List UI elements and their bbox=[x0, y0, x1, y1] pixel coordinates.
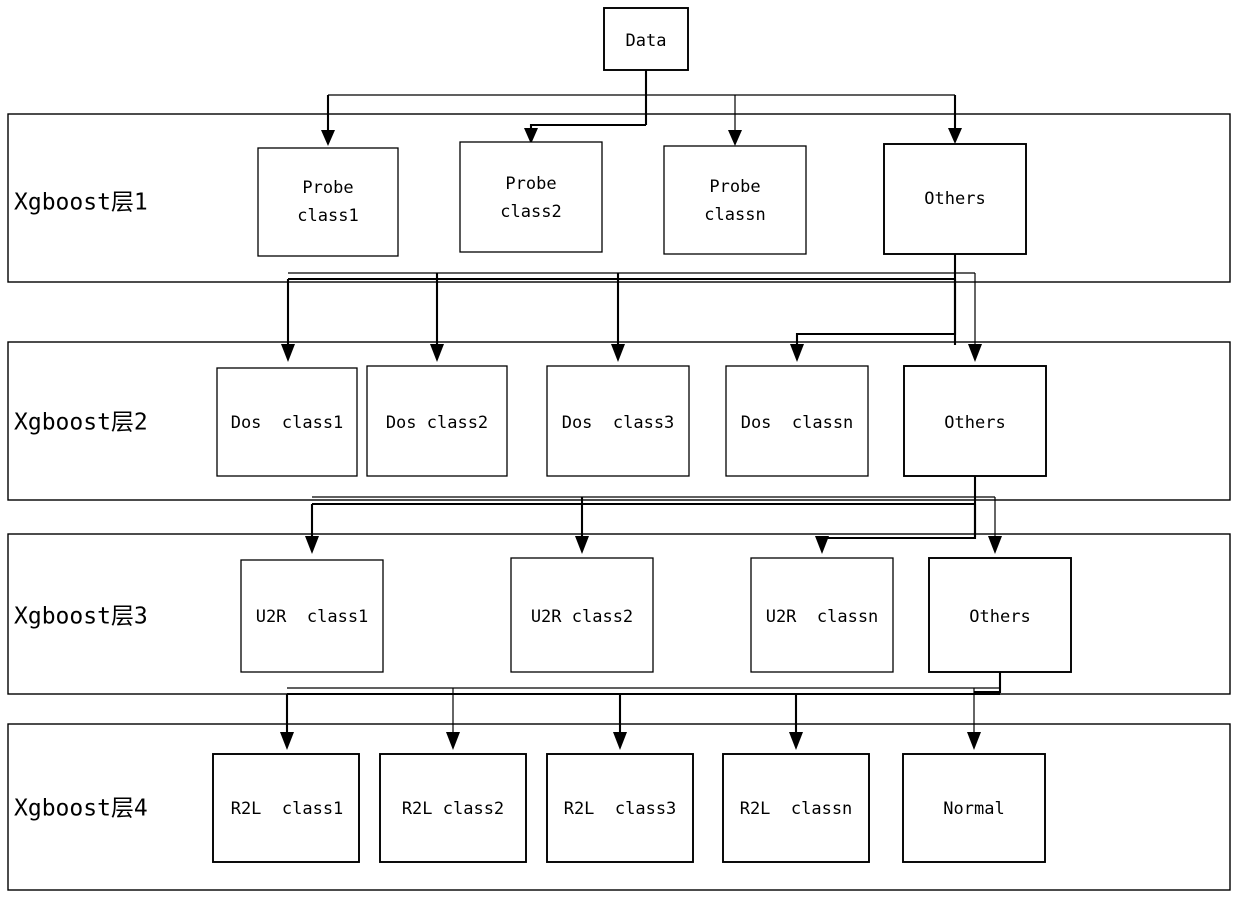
node-r2l-classn[interactable]: R2L classn bbox=[722, 753, 870, 863]
node-u2r-class2-label: U2R class2 bbox=[531, 607, 633, 627]
node-r2l-class2-label: R2L class2 bbox=[402, 799, 504, 819]
layer-4-label: Xgboost层4 bbox=[14, 796, 148, 822]
node-layer3-others[interactable]: Others bbox=[928, 557, 1072, 673]
layer-frame-1: Xgboost层1 bbox=[7, 113, 1231, 283]
node-probe-class2-label-line2: class2 bbox=[500, 202, 561, 222]
node-dos-class3[interactable]: Dos class3 bbox=[546, 365, 690, 477]
node-probe-class1-label-line2: class1 bbox=[297, 206, 358, 226]
node-r2l-classn-label: R2L classn bbox=[740, 799, 853, 819]
node-normal[interactable]: Normal bbox=[902, 753, 1046, 863]
arrowhead-dos-classn bbox=[790, 344, 804, 362]
node-r2l-class1-label: R2L class1 bbox=[231, 799, 344, 819]
arrowhead-r2l-class3 bbox=[613, 732, 627, 750]
node-dos-class1[interactable]: Dos class1 bbox=[216, 367, 358, 477]
node-layer1-others-label-line1: Others bbox=[924, 189, 985, 209]
layer-3-nodes: U2R class1 U2R class2 U2R classn Others bbox=[240, 557, 1072, 673]
connectors-layer1-to-layer2 bbox=[281, 254, 982, 362]
hierarchical-xgboost-diagram: Data Xgboost层1 Probe class1 Probe class2… bbox=[7, 7, 1231, 891]
arrowhead-normal bbox=[967, 732, 981, 750]
arrowhead-probe-classn bbox=[728, 130, 742, 146]
layer-1-nodes: Probe class1 Probe class2 Probe classn O… bbox=[257, 141, 1027, 257]
node-layer1-others[interactable]: Others bbox=[883, 143, 1027, 255]
layer-2-label: Xgboost层2 bbox=[14, 410, 148, 436]
connectors-layer3-to-layer4 bbox=[280, 672, 1002, 750]
node-u2r-class2[interactable]: U2R class2 bbox=[510, 557, 654, 673]
connectors-root-to-layer1 bbox=[321, 70, 962, 146]
arrowhead-r2l-class1 bbox=[280, 732, 294, 750]
layer-1-frame-rect bbox=[7, 113, 1231, 283]
arrowhead-u2r-classn bbox=[815, 536, 829, 554]
node-probe-classn-label-line1: Probe bbox=[709, 177, 760, 197]
arrowhead-layer3-others bbox=[988, 536, 1002, 554]
node-layer2-others-label: Others bbox=[944, 413, 1005, 433]
node-probe-class2-box[interactable] bbox=[459, 141, 603, 253]
node-r2l-class2[interactable]: R2L class2 bbox=[379, 753, 527, 863]
connector-to-u2r-classn bbox=[820, 504, 977, 544]
root-node-data[interactable]: Data bbox=[603, 7, 689, 71]
arrowhead-r2l-classn bbox=[789, 732, 803, 750]
node-probe-class2-label-line1: Probe bbox=[505, 174, 556, 194]
node-dos-class1-label: Dos class1 bbox=[231, 413, 344, 433]
node-r2l-class3[interactable]: R2L class3 bbox=[546, 753, 694, 863]
arrowhead-layer2-others bbox=[968, 344, 982, 362]
arrowhead-dos-class2 bbox=[430, 344, 444, 362]
node-u2r-class1-label: U2R class1 bbox=[256, 607, 369, 627]
node-layer3-others-label: Others bbox=[969, 607, 1030, 627]
arrowhead-u2r-class1 bbox=[305, 536, 319, 554]
layer-4-nodes: R2L class1 R2L class2 R2L class3 R2L cla… bbox=[212, 753, 1046, 863]
node-probe-class1-label-line1: Probe bbox=[302, 178, 353, 198]
node-layer2-others[interactable]: Others bbox=[903, 365, 1047, 477]
arrowhead-r2l-class2 bbox=[446, 732, 460, 750]
arrowhead-dos-class3 bbox=[611, 344, 625, 362]
node-probe-classn-label-line2: classn bbox=[704, 205, 765, 225]
layer-2-nodes: Dos class1 Dos class2 Dos class3 Dos cla… bbox=[216, 365, 1047, 477]
connector-trunk-layer3-others bbox=[973, 672, 1002, 694]
node-dos-classn[interactable]: Dos classn bbox=[725, 365, 869, 477]
node-probe-class2[interactable]: Probe class2 bbox=[459, 141, 603, 253]
node-probe-class1[interactable]: Probe class1 bbox=[257, 147, 399, 257]
node-u2r-class1[interactable]: U2R class1 bbox=[240, 559, 384, 673]
layer-3-label: Xgboost层3 bbox=[14, 604, 148, 630]
root-node-label: Data bbox=[626, 31, 667, 51]
node-dos-class2-label: Dos class2 bbox=[386, 413, 488, 433]
arrowhead-probe-class1 bbox=[321, 130, 335, 146]
connector-to-probe-class2 bbox=[529, 123, 646, 136]
node-r2l-class1[interactable]: R2L class1 bbox=[212, 753, 360, 863]
node-r2l-class3-label: R2L class3 bbox=[564, 799, 677, 819]
connector-to-dos-classn bbox=[795, 279, 957, 352]
node-normal-label: Normal bbox=[943, 799, 1004, 819]
arrowhead-dos-class1 bbox=[281, 344, 295, 362]
arrowhead-u2r-class2 bbox=[575, 536, 589, 554]
node-probe-classn[interactable]: Probe classn bbox=[663, 145, 807, 255]
node-u2r-classn-label: U2R classn bbox=[766, 607, 879, 627]
node-dos-class3-label: Dos class3 bbox=[562, 413, 675, 433]
node-dos-class2[interactable]: Dos class2 bbox=[366, 365, 508, 477]
node-dos-classn-label: Dos classn bbox=[741, 413, 854, 433]
layer-1-label: Xgboost层1 bbox=[14, 190, 148, 216]
diagram-root: Data Xgboost层1 Probe class1 Probe class2… bbox=[0, 0, 1240, 903]
connectors-layer2-to-layer3 bbox=[305, 476, 1002, 554]
node-probe-class1-box[interactable] bbox=[257, 147, 399, 257]
node-probe-classn-box[interactable] bbox=[663, 145, 807, 255]
node-u2r-classn[interactable]: U2R classn bbox=[750, 557, 894, 673]
arrowhead-layer1-others bbox=[948, 128, 962, 144]
